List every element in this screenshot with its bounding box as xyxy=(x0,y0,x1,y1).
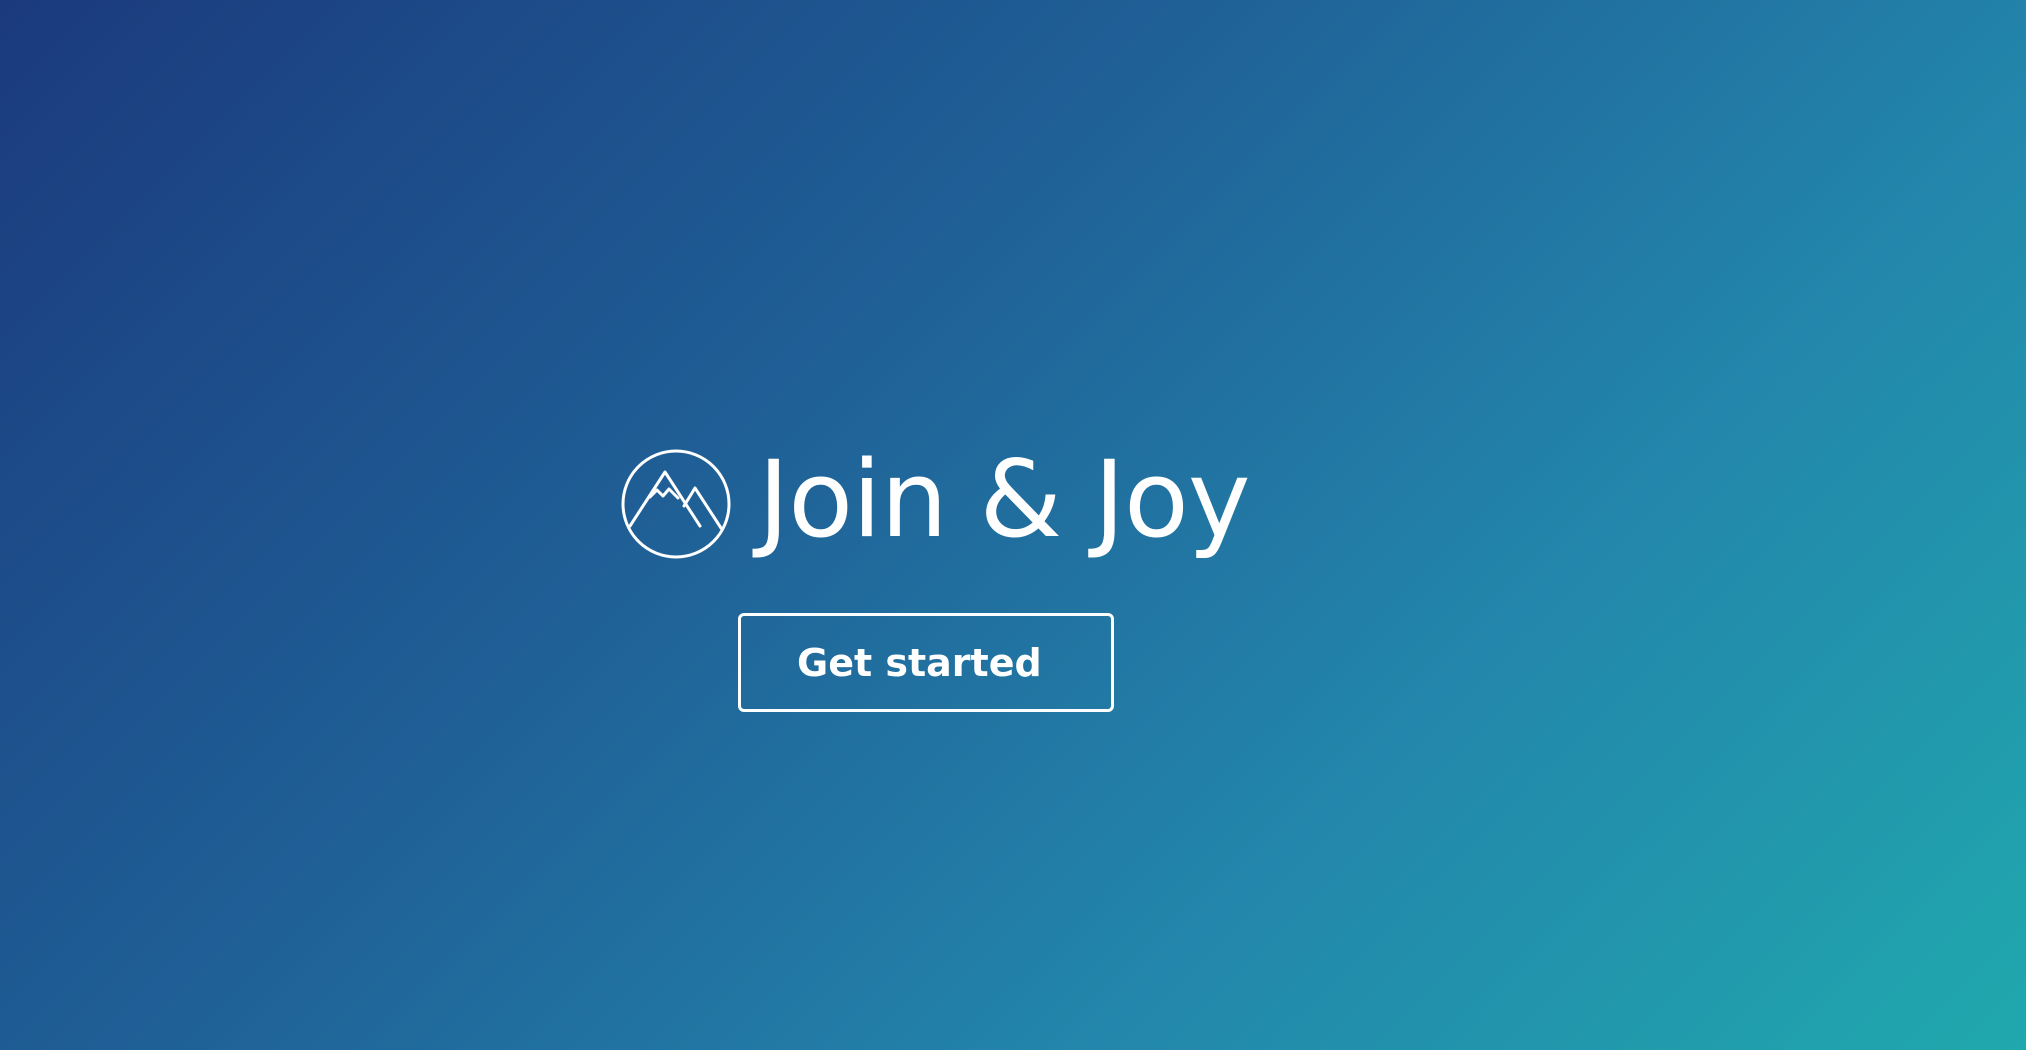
get-started-label: Get started xyxy=(797,640,1042,685)
mountain-circle-icon xyxy=(620,448,732,560)
get-started-button[interactable]: Get started xyxy=(738,613,1114,712)
brand-name: Join & Joy xyxy=(758,438,1251,561)
landing-hero: Join & Joy Get started xyxy=(0,0,2026,1050)
brand-lockup: Join & Joy xyxy=(620,438,1251,564)
